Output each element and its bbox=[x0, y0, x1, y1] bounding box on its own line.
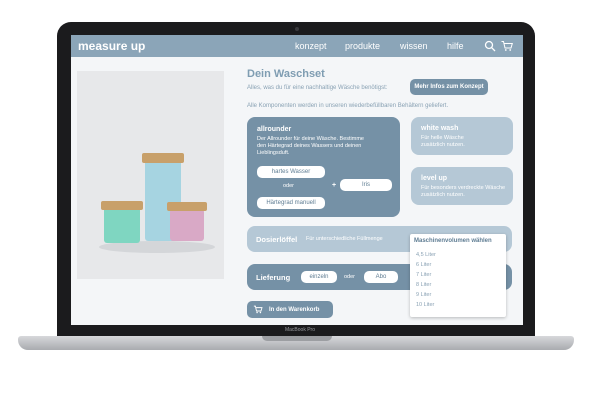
dropdown-option[interactable]: 10 Liter bbox=[416, 302, 434, 308]
allrounder-card: allrounder Der Allrounder für deine Wäsc… bbox=[247, 117, 400, 217]
delivery-title: Lieferung bbox=[256, 273, 291, 282]
nav-link-hilfe[interactable]: hilfe bbox=[447, 41, 464, 51]
allrounder-or: oder bbox=[283, 183, 295, 189]
cart-icon[interactable] bbox=[501, 40, 513, 52]
laptop-mockup: MacBook Pro measure up konzept produkte … bbox=[0, 0, 600, 400]
dropdown-option[interactable]: 6 Liter bbox=[416, 262, 431, 268]
top-nav: measure up konzept produkte wissen hilfe bbox=[71, 35, 523, 57]
intro-text: Alles, was du für eine nachhaltige Wäsch… bbox=[247, 85, 388, 91]
dropdown-label[interactable]: Maschinenvolumen wählen bbox=[414, 238, 492, 244]
machine-volume-dropdown[interactable]: Maschinenvolumen wählen 4,5 Liter 6 Lite… bbox=[410, 234, 506, 317]
dosing-subtitle: Für unterschiedliche Füllmenge bbox=[306, 236, 383, 242]
dropdown-option[interactable]: 4,5 Liter bbox=[416, 252, 436, 258]
hard-water-option[interactable]: hartes Wasser bbox=[257, 166, 325, 178]
white-wash-text: Für helle Wäsche zusätzlich nutzen. bbox=[421, 135, 465, 148]
add-to-cart-label: In den Warenkorb bbox=[269, 306, 320, 313]
screen: measure up konzept produkte wissen hilfe bbox=[71, 35, 523, 325]
manual-hardness-option[interactable]: Härtegrad manuell bbox=[257, 197, 325, 209]
white-wash-card[interactable]: white wash Für helle Wäsche zusätzlich n… bbox=[411, 117, 513, 155]
allrounder-text: Der Allrounder für deine Wäsche. Bestimm… bbox=[257, 136, 364, 156]
scent-option[interactable]: Iris bbox=[340, 179, 392, 191]
allrounder-title: allrounder bbox=[257, 126, 292, 133]
dropdown-option[interactable]: 8 Liter bbox=[416, 282, 431, 288]
laptop-notch bbox=[262, 336, 332, 341]
page-title: Dein Waschset bbox=[247, 68, 325, 80]
nav-link-konzept[interactable]: konzept bbox=[295, 41, 327, 51]
delivery-or: oder bbox=[344, 274, 356, 280]
refill-note: Alle Komponenten werden in unseren wiede… bbox=[247, 103, 449, 109]
delivery-subscription-option[interactable]: Abo bbox=[364, 271, 398, 283]
cart-icon bbox=[253, 305, 263, 314]
dosing-title: Dosierlöffel bbox=[256, 235, 298, 244]
search-icon[interactable] bbox=[484, 40, 496, 52]
nav-link-produkte[interactable]: produkte bbox=[345, 41, 380, 51]
camera-dot bbox=[295, 27, 299, 31]
white-wash-title: white wash bbox=[421, 125, 459, 132]
model-label: MacBook Pro bbox=[284, 327, 315, 333]
product-photo bbox=[77, 71, 224, 279]
add-to-cart-button[interactable]: In den Warenkorb bbox=[247, 301, 333, 318]
level-up-title: level up bbox=[421, 175, 448, 182]
level-up-card[interactable]: level up Für besonders verdreckte Wäsche… bbox=[411, 167, 513, 205]
dropdown-option[interactable]: 7 Liter bbox=[416, 272, 431, 278]
delivery-single-option[interactable]: einzeln bbox=[301, 271, 337, 283]
plus-sign: + bbox=[332, 182, 337, 189]
info-button[interactable]: Mehr Infos zum Konzept bbox=[410, 79, 488, 95]
dropdown-option[interactable]: 9 Liter bbox=[416, 292, 431, 298]
nav-link-wissen[interactable]: wissen bbox=[400, 41, 428, 51]
level-up-text: Für besonders verdreckte Wäsche zusätzli… bbox=[421, 185, 506, 198]
logo[interactable]: measure up bbox=[78, 39, 145, 53]
